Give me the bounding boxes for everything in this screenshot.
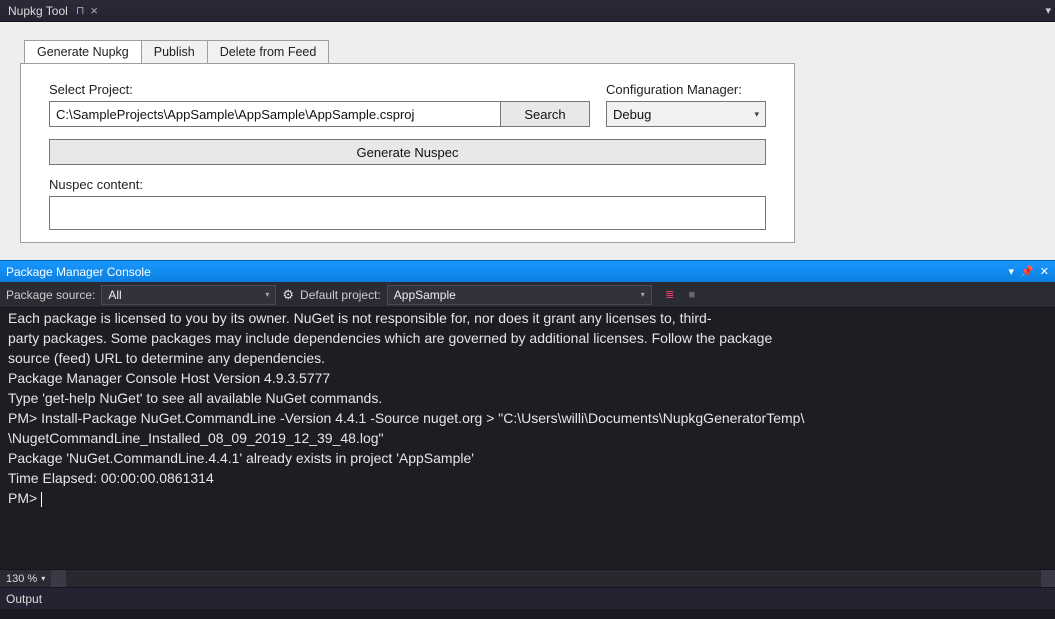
tab-label: Publish [154, 45, 195, 59]
nuspec-content-label: Nuspec content: [49, 177, 766, 192]
package-source-dropdown[interactable]: All ▾ [101, 285, 276, 305]
tab-generate-nupkg[interactable]: Generate Nupkg [24, 40, 142, 63]
pmc-toolbar: Package source: All ▾ ⚙ Default project:… [0, 282, 1055, 308]
package-source-label: Package source: [6, 288, 95, 302]
generate-nuspec-button[interactable]: Generate Nuspec [49, 139, 766, 165]
tab-panel-generate: Select Project: Search Configuration Man… [20, 63, 795, 243]
tab-publish[interactable]: Publish [141, 40, 208, 63]
chevron-down-icon: ▾ [754, 109, 759, 120]
window-position-icon[interactable]: ▾ [1009, 265, 1015, 278]
zoom-value: 130 % [6, 573, 37, 585]
pmc-footer: 130 % ▾ [0, 569, 1055, 587]
pin-icon[interactable]: ⊓ [76, 4, 85, 17]
close-icon[interactable]: ✕ [1040, 265, 1049, 278]
window-menu-icon[interactable]: ▾ [1045, 4, 1051, 17]
search-button[interactable]: Search [500, 101, 590, 127]
close-icon[interactable]: × [90, 3, 98, 18]
bottom-spacer [0, 609, 1055, 619]
default-project-dropdown[interactable]: AppSample ▾ [387, 285, 652, 305]
dropdown-value: AppSample [394, 288, 456, 302]
config-manager-select[interactable]: Debug ▾ [606, 101, 766, 127]
autohide-pin-icon[interactable]: 📌 [1020, 265, 1034, 278]
tab-delete-from-feed[interactable]: Delete from Feed [207, 40, 330, 63]
tool-window-titlebar: Nupkg Tool ⊓ × ▾ [0, 0, 1055, 22]
nuspec-content-textarea[interactable] [49, 196, 766, 230]
nupkg-tool-panel: Generate Nupkg Publish Delete from Feed … [0, 22, 1055, 260]
horizontal-scrollbar[interactable] [52, 570, 1055, 587]
button-label: Generate Nuspec [357, 145, 459, 160]
chevron-down-icon: ▾ [265, 290, 269, 299]
project-path-input[interactable] [49, 101, 501, 127]
dropdown-value: All [108, 288, 121, 302]
button-label: Search [524, 107, 565, 122]
pmc-title: Package Manager Console [6, 265, 151, 279]
zoom-level-dropdown[interactable]: 130 % ▾ [0, 570, 52, 587]
pmc-console-output[interactable]: Each package is licensed to you by its o… [0, 308, 1055, 569]
output-title: Output [6, 592, 42, 606]
default-project-label: Default project: [300, 288, 381, 302]
tab-label: Delete from Feed [220, 45, 317, 59]
select-value: Debug [613, 107, 651, 122]
select-project-label: Select Project: [49, 82, 590, 97]
config-manager-label: Configuration Manager: [606, 82, 766, 97]
settings-gear-icon[interactable]: ⚙ [282, 287, 294, 303]
tool-window-title: Nupkg Tool [4, 4, 72, 18]
tab-strip: Generate Nupkg Publish Delete from Feed [24, 40, 1035, 63]
pmc-titlebar: Package Manager Console ▾ 📌 ✕ [0, 260, 1055, 282]
stop-icon[interactable]: ■ [684, 287, 700, 303]
chevron-down-icon: ▾ [41, 574, 45, 583]
tab-label: Generate Nupkg [37, 45, 129, 59]
clear-console-icon[interactable]: ≣ [662, 287, 678, 303]
chevron-down-icon: ▾ [641, 290, 645, 299]
output-panel-titlebar[interactable]: Output [0, 587, 1055, 609]
